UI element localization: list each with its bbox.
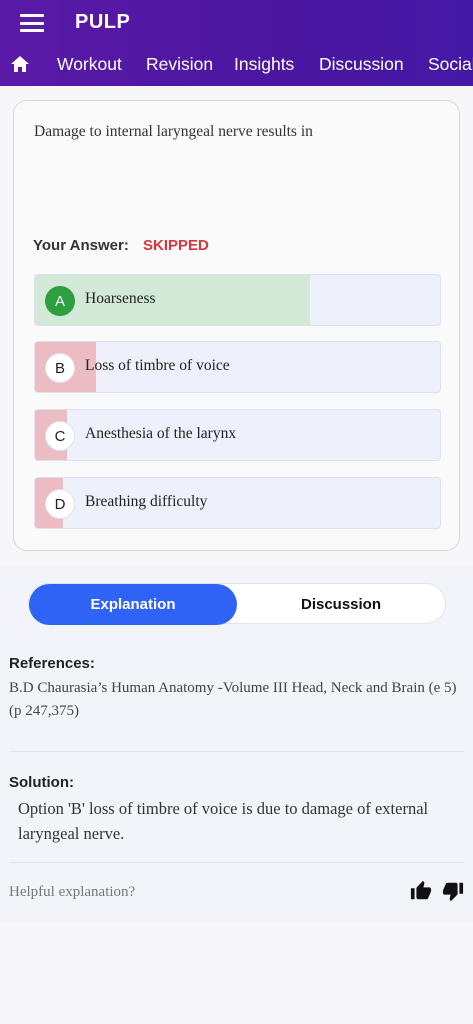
explanation-tab[interactable]: Explanation <box>29 584 237 625</box>
option-a[interactable]: A Hoarseness <box>34 274 441 326</box>
tab-insights[interactable]: Insights <box>234 54 294 75</box>
question-text: Damage to internal laryngeal nerve resul… <box>34 123 313 140</box>
option-d-text: Breathing difficulty <box>85 493 208 510</box>
tab-discussion[interactable]: Discussion <box>319 54 404 75</box>
your-answer: Your Answer: SKIPPED <box>33 237 209 254</box>
menu-icon[interactable] <box>20 14 44 32</box>
home-icon[interactable] <box>10 55 30 73</box>
nav-tabs: Workout Revision Insights Discussion Soc… <box>0 44 473 86</box>
app-header: PULP Workout Revision Insights Discussio… <box>0 0 473 86</box>
question-card: Damage to internal laryngeal nerve resul… <box>13 100 460 551</box>
solution-text: Option 'B' loss of timbre of voice is du… <box>18 799 429 843</box>
thumbs-down-icon[interactable] <box>442 880 464 902</box>
option-d-badge: D <box>45 489 75 519</box>
option-a-fill <box>35 275 311 325</box>
option-d[interactable]: D Breathing difficulty <box>34 477 441 529</box>
solution-label: Solution: <box>9 774 74 791</box>
app-title: PULP <box>75 11 131 33</box>
answer-label: Your Answer: <box>33 237 129 254</box>
explanation-toggle: Explanation Discussion <box>28 583 446 625</box>
option-c-badge: C <box>45 421 75 451</box>
option-c-text: Anesthesia of the larynx <box>85 425 237 442</box>
answer-status: SKIPPED <box>143 237 209 254</box>
tab-social[interactable]: Social <box>428 54 473 75</box>
option-a-badge: A <box>45 286 75 316</box>
option-b-text: Loss of timbre of voice <box>85 357 230 374</box>
references-text: B.D Chaurasia’s Human Anatomy -Volume II… <box>9 680 457 719</box>
divider <box>9 751 464 752</box>
option-b[interactable]: B Loss of timbre of voice <box>34 341 441 393</box>
thumbs-up-icon[interactable] <box>410 880 432 902</box>
option-c[interactable]: C Anesthesia of the larynx <box>34 409 441 461</box>
divider <box>9 862 464 863</box>
references-label: References: <box>9 655 95 672</box>
explanation-panel: Explanation Discussion References: B.D C… <box>0 565 473 923</box>
option-a-text: Hoarseness <box>85 290 156 307</box>
discussion-tab[interactable]: Discussion <box>237 584 445 625</box>
helpful-prompt: Helpful explanation? <box>9 884 136 900</box>
tab-workout[interactable]: Workout <box>57 54 122 75</box>
tab-revision[interactable]: Revision <box>146 54 213 75</box>
option-b-badge: B <box>45 353 75 383</box>
